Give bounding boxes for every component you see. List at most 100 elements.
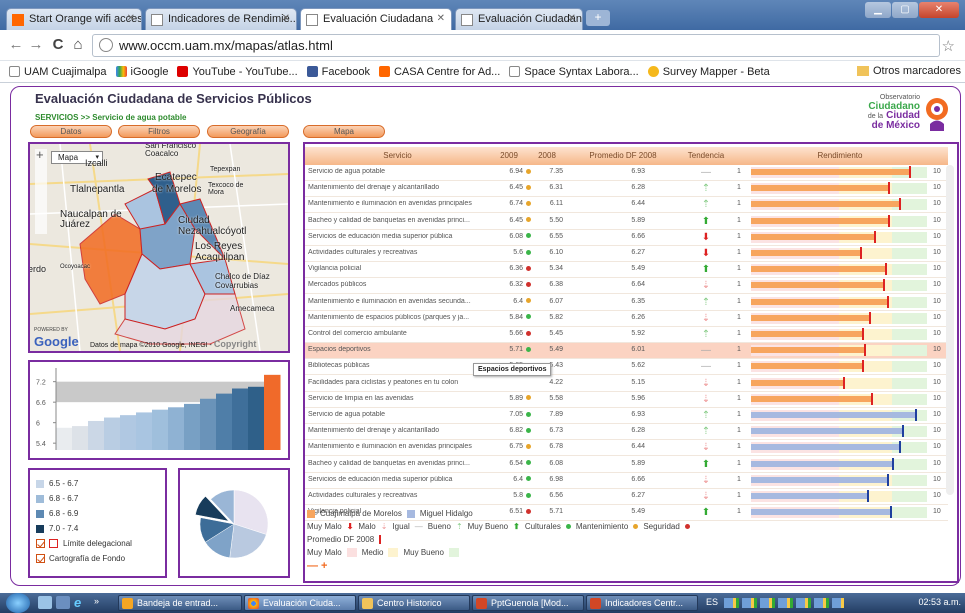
bar[interactable] [88,420,105,450]
bar[interactable] [56,427,73,450]
close-icon[interactable]: ✕ [437,13,445,24]
close-icon[interactable]: ✕ [568,13,576,24]
bar[interactable] [120,415,137,450]
table-row[interactable]: Bacheo y calidad de banquetas en avenida… [305,457,948,473]
bar[interactable] [232,388,249,451]
map-panel[interactable]: Mapa ▾ + Izcalli Tlalnepantla Ecatepec de… [28,142,290,353]
table-row[interactable]: Bibliotecas públicas5.655.435.62—110 [305,359,948,376]
performance-bar[interactable] [751,395,871,402]
clock[interactable]: 02:53 a.m. [918,597,961,607]
start-button[interactable] [6,593,30,613]
switch-windows-icon[interactable] [56,596,70,609]
table-row[interactable]: Control del comercio ambulante 5.66 5.45 5.… [305,327,948,343]
performance-bar[interactable] [751,412,915,418]
table-row[interactable]: Actividades culturales y recreativas 5.6 6… [305,246,948,262]
bookmark-survey-mapper[interactable]: Survey Mapper - Beta [647,66,770,78]
bookmark-uam[interactable]: UAM Cuajimalpa [9,66,107,78]
tray-icons[interactable] [724,598,844,608]
home-icon[interactable]: ⌂ [68,35,88,55]
bookmark-igoogle[interactable]: iGoogle [115,66,168,78]
taskbar-item-folder[interactable]: Centro Historico [358,595,470,611]
more-icon[interactable]: » [94,596,99,606]
performance-bar[interactable] [751,379,843,386]
table-row[interactable]: Mantenimiento e iluminación en avenidas … [305,295,948,311]
bookmark-youtube[interactable]: YouTube - YouTube... [177,66,298,78]
bar[interactable] [104,417,121,450]
column-header-promedio[interactable]: Promedio DF 2008 [567,151,679,160]
bookmark-facebook[interactable]: Facebook [306,66,370,78]
table-row[interactable]: Actividades culturales y recreativas 5.8 6… [305,489,948,505]
table-row[interactable]: Mantenimiento e iluminación en avenidas … [305,197,948,214]
performance-bar[interactable] [751,169,910,175]
close-icon[interactable]: ✕ [127,13,135,24]
mapa-button[interactable]: Mapa [303,125,385,138]
table-row[interactable]: Vigilancia policial 6.36 5.34 5.49 ⬆ 1 10 [305,262,948,279]
table-row[interactable]: Mantenimiento del drenaje y alcantarilla… [305,181,948,198]
datos-button[interactable]: Datos [30,125,112,138]
bar[interactable] [216,393,233,450]
forward-icon[interactable]: → [26,35,46,55]
taskbar-item-powerpoint-2[interactable]: Indicadores Centr... [586,595,698,611]
new-tab-button[interactable]: + [586,10,610,26]
reload-icon[interactable]: C [48,35,68,55]
performance-bar[interactable] [751,282,883,289]
performance-bar[interactable] [751,476,887,483]
bar[interactable] [184,403,201,450]
performance-bar[interactable] [751,217,889,224]
table-row[interactable]: Servicio de limpia en las avenidas 5.89 5.… [305,392,948,408]
taskbar-item-chrome[interactable]: Evaluación Ciuda... [244,595,356,611]
table-row[interactable]: Servicios de educación media superior pú… [305,473,948,489]
table-row[interactable]: Servicios de educación media superior pú… [305,230,948,246]
performance-bar[interactable] [751,298,887,305]
bar[interactable] [136,412,153,450]
close-icon[interactable]: ✕ [282,13,290,24]
table-row[interactable]: Mantenimiento de espacios públicos (parq… [305,311,948,327]
geografia-button[interactable]: Geografía [207,125,289,138]
address-bar[interactable]: www.occm.uam.mx/mapas/atlas.html [92,34,940,57]
performance-bar[interactable] [751,428,903,435]
checkbox[interactable] [36,539,45,548]
tab-orange-wifi[interactable]: Start Orange wifi access ✕ [6,8,142,30]
back-icon[interactable]: ← [6,35,26,55]
bar[interactable] [168,407,185,450]
performance-bar[interactable] [751,331,862,337]
performance-bar[interactable] [751,444,899,451]
performance-bar[interactable] [751,201,899,208]
tab-indicadores[interactable]: Indicadores de Rendimie... ✕ [145,8,297,30]
performance-bar[interactable] [751,347,864,354]
bookmark-star-icon[interactable]: ☆ [942,37,955,55]
taskbar-item-outlook[interactable]: Bandeja de entrad... [118,595,242,611]
column-header-rendimiento[interactable]: Rendimiento [735,151,945,160]
language-indicator[interactable]: ES [706,597,718,607]
taskbar-item-powerpoint[interactable]: PptGuenola [Mod... [472,595,584,611]
checkbox[interactable] [36,554,45,563]
column-header-servicio[interactable]: Servicio [305,151,490,160]
column-header-2009[interactable]: 2009 [491,151,527,160]
google-logo[interactable]: Google [34,334,79,349]
table-row[interactable]: Servicio de agua potable 6.94 7.35 6.93 — 1 10 [305,165,948,181]
tab-evaluacion-active[interactable]: Evaluación Ciudadana ✕ [300,8,452,31]
bar[interactable] [200,398,217,450]
bookmark-space-syntax[interactable]: Space Syntax Labora... [509,66,639,78]
performance-bar[interactable] [751,250,861,256]
bookmark-casa[interactable]: CASA Centre for Ad... [378,66,500,78]
bar[interactable] [152,409,169,450]
table-row[interactable]: Servicio de agua potable 7.05 7.89 6.93 ⇡ 1 10 [305,408,948,424]
table-row[interactable]: Mantenimiento del drenaje y alcantarilla… [305,424,948,441]
bar[interactable] [72,426,89,450]
table-scrollbar[interactable] [946,165,954,495]
filtros-button[interactable]: Filtros [118,125,200,138]
copyright-link[interactable]: Copyright [214,339,257,349]
limite-delegacional-toggle[interactable]: Límite delegacional [36,536,159,551]
zoom-in-icon[interactable]: + [36,147,44,162]
performance-bar[interactable] [751,363,862,370]
internet-explorer-icon[interactable]: e [74,595,89,610]
minimize-icon[interactable]: ▁ [865,2,891,18]
other-bookmarks[interactable]: Otros marcadores [856,65,961,77]
table-row[interactable]: Mantenimiento e iluminación en avenidas … [305,440,948,457]
performance-bar[interactable] [751,493,868,499]
performance-bar[interactable] [751,314,869,321]
bar[interactable] [248,386,265,450]
performance-bar[interactable] [751,233,875,240]
cartografia-fondo-toggle[interactable]: Cartografía de Fondo [36,551,159,566]
